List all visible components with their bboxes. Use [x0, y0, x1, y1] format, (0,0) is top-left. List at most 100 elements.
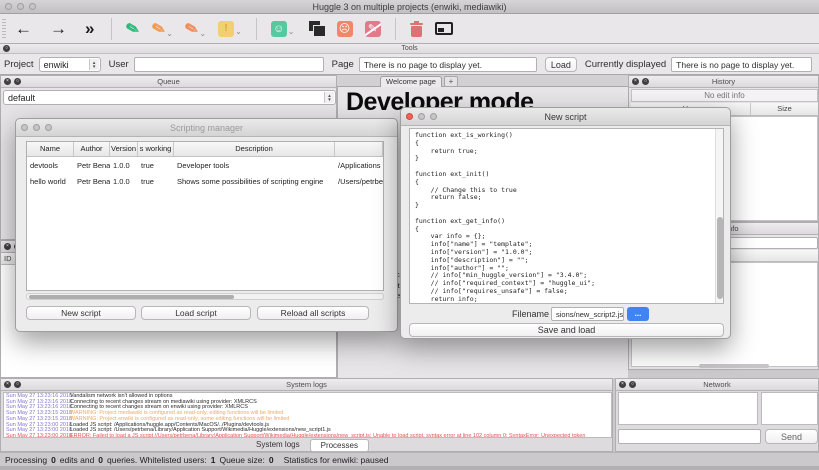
log-timestamp: Sun May 27 13:23:00 2018	[6, 432, 73, 438]
log-text: ERROR: Failed to load a JS script //User…	[70, 432, 586, 438]
filename-label: Filename	[511, 309, 549, 319]
filename-input[interactable]: sions/new_script2.js	[551, 307, 624, 321]
network-command-input[interactable]	[618, 429, 761, 444]
revert-approve-button[interactable]: ✎	[124, 19, 142, 39]
processing-count: 0	[51, 454, 56, 465]
script-path: /Applications	[338, 160, 381, 170]
new-script-button[interactable]: New script	[26, 306, 136, 320]
history-panel-header: × ○ History	[629, 76, 818, 88]
table-row[interactable]: devtools Petr Bena 1.0.0 true Developer …	[27, 157, 383, 173]
queue-select[interactable]: default ▲ ▼	[3, 90, 336, 105]
size-column-header[interactable]: Size	[751, 103, 818, 115]
script-description: Shows some possibilities of scripting en…	[177, 176, 324, 186]
toolbar-separator	[255, 17, 257, 40]
script-code: function ext_is_working() { return true;…	[415, 131, 596, 303]
toolbar-separator	[394, 17, 396, 40]
page-label: Page	[331, 59, 354, 70]
revert-check-icon: ✎	[124, 19, 142, 39]
history-panel-title: History	[711, 77, 736, 86]
trash-icon[interactable]	[409, 20, 423, 37]
send-button[interactable]: Send	[765, 429, 818, 444]
network-output-area	[618, 392, 758, 425]
currently-displayed-label: Currently displayed	[584, 59, 667, 70]
feedback-window-icon[interactable]	[434, 22, 453, 35]
script-version: 1.0.0	[113, 176, 130, 186]
save-and-load-button[interactable]: Save and load	[409, 323, 724, 337]
network-panel: × ○ Network Send	[615, 378, 819, 452]
path-column-header[interactable]	[335, 142, 383, 156]
script-author: Petr Bena	[77, 176, 110, 186]
code-editor[interactable]: function ext_is_working() { return true;…	[409, 128, 724, 304]
reload-all-scripts-button[interactable]: Reload all scripts	[257, 306, 369, 320]
toolbar-grip[interactable]	[2, 18, 6, 39]
log-list[interactable]: Sun May 27 13:23:16 2018Vandalism networ…	[3, 392, 612, 438]
currently-displayed-field: There is no page to display yet.	[671, 57, 812, 72]
warn-icon: !	[218, 20, 235, 37]
script-path: /Users/petrbe	[338, 176, 383, 186]
revert-icon: ✎	[183, 19, 201, 39]
revert-button[interactable]: ✎ ⌄	[183, 19, 206, 39]
status-text: Processing	[5, 454, 48, 465]
script-description: Developer tools	[177, 160, 230, 170]
project-select[interactable]: enwiki ▲ ▼	[38, 57, 101, 72]
system-logs-header: × ○ System logs	[1, 379, 612, 391]
name-column-header[interactable]: Name	[27, 142, 74, 156]
page-input[interactable]: There is no page to display yet.	[358, 57, 537, 72]
close-panel-icon[interactable]: ×	[4, 243, 11, 250]
main-toolbar: ← → » ✎ ✎ ⌄ ✎ ⌄ ! ⌄ ☺ ⌄ ☹ ✎	[0, 14, 819, 44]
whitelisted-count: 1	[210, 454, 216, 465]
chevron-down-icon[interactable]: ⌄	[288, 27, 295, 37]
scrollbar-thumb[interactable]	[717, 217, 723, 299]
tab-processes[interactable]: Processes	[309, 439, 369, 452]
script-version: 1.0.0	[113, 160, 130, 170]
tools-panel-title: Tools	[401, 45, 418, 52]
message-user-button[interactable]	[307, 20, 326, 37]
user-input[interactable]	[133, 57, 324, 72]
tab-system-logs[interactable]: System logs	[246, 439, 310, 452]
scripting-manager-window: Scripting manager Name Author Version s …	[15, 118, 398, 332]
tab-welcome-page[interactable]: Welcome page	[380, 76, 442, 87]
status-text: edits and	[59, 454, 95, 465]
network-panel-title: Network	[703, 380, 731, 389]
scripting-manager-titlebar: Scripting manager	[16, 119, 397, 137]
stepper-icon[interactable]: ▲ ▼	[324, 92, 334, 103]
report-user-button[interactable]: ☹	[336, 20, 353, 37]
scripts-table: Name Author Version s working Descriptio…	[26, 141, 384, 291]
horizontal-scrollbar[interactable]	[26, 293, 384, 300]
version-column-header[interactable]: Version	[110, 142, 138, 156]
chevron-down-icon[interactable]: ⌄	[235, 27, 242, 37]
back-icon[interactable]: ←	[15, 16, 32, 42]
network-panel-header: × ○ Network	[616, 379, 818, 391]
vertical-scrollbar[interactable]	[715, 129, 723, 303]
scrollbar-thumb[interactable]	[699, 364, 769, 368]
window-bottom-edge	[0, 466, 819, 470]
browse-button[interactable]: ...	[627, 307, 649, 321]
revert-vandalism-button[interactable]: ✎	[364, 20, 381, 37]
skip-icon[interactable]: »	[85, 16, 94, 42]
welcome-smiley-icon: ☺	[270, 20, 287, 37]
welcome-user-button[interactable]: ☺ ⌄	[270, 20, 295, 37]
warn-user-button[interactable]: ! ⌄	[218, 20, 242, 37]
status-bar: Processing 0 edits and 0 queries. Whitel…	[0, 452, 819, 466]
load-button[interactable]: Load	[544, 57, 577, 72]
scripts-table-header: Name Author Version s working Descriptio…	[27, 142, 383, 157]
is-working-column-header[interactable]: s working	[138, 142, 174, 156]
system-logs-panel: × ○ System logs Sun May 27 13:23:16 2018…	[0, 378, 613, 452]
scrollbar-thumb[interactable]	[29, 295, 234, 299]
report-frown-icon: ☹	[336, 20, 353, 37]
revert-warn-button[interactable]: ✎ ⌄	[150, 19, 173, 39]
toolbar-separator	[111, 17, 113, 40]
system-logs-title: System logs	[286, 380, 327, 389]
stepper-icon[interactable]: ▲ ▼	[88, 59, 99, 70]
window-title: New script	[544, 111, 587, 122]
queue-value: default	[8, 92, 36, 103]
forward-icon[interactable]: →	[50, 16, 67, 42]
load-script-button[interactable]: Load script	[141, 306, 251, 320]
script-working: true	[141, 160, 154, 170]
description-column-header[interactable]: Description	[174, 142, 335, 156]
window-title: Huggle 3 on multiple projects (enwiki, m…	[312, 1, 507, 12]
author-column-header[interactable]: Author	[74, 142, 110, 156]
add-tab-button[interactable]: +	[444, 76, 458, 87]
table-row[interactable]: hello world Petr Bena 1.0.0 true Shows s…	[27, 173, 383, 189]
browser-tabbar: Welcome page +	[337, 75, 628, 87]
